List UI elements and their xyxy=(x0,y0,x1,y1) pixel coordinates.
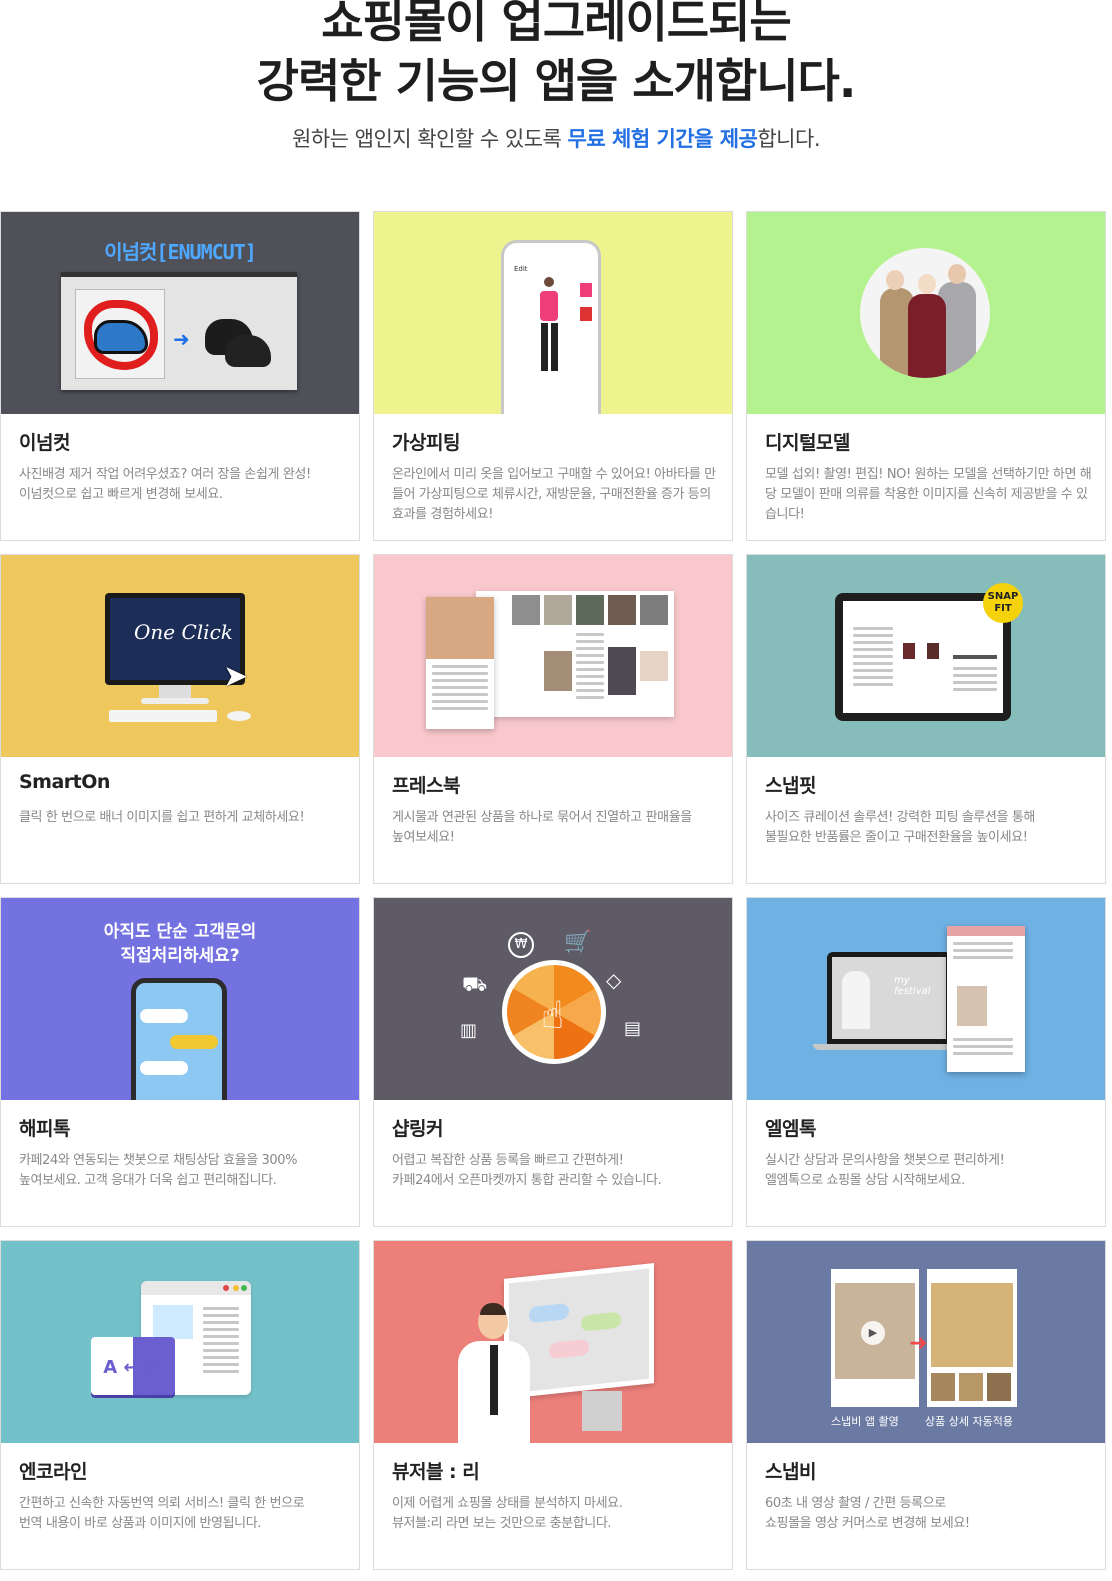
arrow-right-icon: ➜ xyxy=(909,1331,928,1356)
app-description: 게시물과 연관된 상품을 하나로 묶어서 진열하고 판매율을 높여보세요! xyxy=(392,810,692,845)
box-icon: ◇ xyxy=(606,968,622,992)
cursor-icon: ➤ xyxy=(223,659,249,694)
page-title-line2: 강력한 기능의 앱을 소개합니다. xyxy=(256,54,857,108)
clipboard-icon: ▤ xyxy=(624,1018,642,1039)
app-name: 엘엠톡 xyxy=(765,1118,816,1140)
analyst-person-image xyxy=(458,1303,530,1443)
one-click-label: One Click xyxy=(134,620,233,644)
app-description: 사진배경 제거 작업 어려우셨죠? 여러 장을 손쉽게 완성! 이넘컷으로 쉽고… xyxy=(19,467,311,502)
enumcut-logo: 이넘컷[ENUMCUT] xyxy=(104,240,257,264)
app-name: 이넘컷 xyxy=(19,432,70,454)
headline-line1: 아직도 단순 고객문의 xyxy=(103,922,257,942)
app-name: 스냅핏 xyxy=(765,775,816,797)
app-thumbnail: One Click ➤ xyxy=(1,555,359,757)
app-card-smarton[interactable]: One Click ➤ SmartOn 클릭 한 번으로 배너 이미지를 쉽고 … xyxy=(0,554,360,884)
chart-icon: ▥ xyxy=(460,1020,478,1041)
app-thumbnail: SNAP FIT xyxy=(747,555,1105,757)
app-card-snapfit[interactable]: SNAP FIT 스냅핏 사이즈 큐레이션 솔루션! 강력한 피팅 솔루션을 통… xyxy=(746,554,1106,884)
app-description: 60초 내 영상 촬영 / 간편 등록으로 쇼핑몰을 영상 커머스로 변경해 보… xyxy=(765,1496,970,1531)
page-header: 쇼핑몰이 업그레이드되는 강력한 기능의 앱을 소개합니다. 원하는 앱인지 확… xyxy=(0,0,1112,200)
subtitle-text: 원하는 앱인지 확인할 수 있도록 xyxy=(292,127,568,151)
app-card-beusable-re[interactable]: 뷰저블 : 리 이제 어렵게 쇼핑몰 상태를 분석하지 마세요. 뷰저블:리 라… xyxy=(373,1240,733,1570)
app-thumbnail: 이넘컷[ENUMCUT] ➜ xyxy=(1,212,359,414)
app-card-shoplinker[interactable]: ☝ ₩ 🛒 ◇ ⛟ ▥ ▤ 샵링커 어렵고 복잡한 상품 등록을 빠르고 간편하… xyxy=(373,897,733,1227)
app-card-pressbook[interactable]: 프레스북 게시물과 연관된 상품을 하나로 묶어서 진열하고 판매율을 높여보세… xyxy=(373,554,733,884)
magazine-spread-image xyxy=(476,591,674,717)
app-name: SmartOn xyxy=(19,771,110,793)
post-card-image xyxy=(426,597,494,729)
festival-label: my festival xyxy=(894,975,931,997)
app-window-image: ➜ xyxy=(61,272,297,390)
app-card-happytalk[interactable]: 아직도 단순 고객문의 직접처리하세요? 해피톡 카페24와 연동되는 챗봇으로… xyxy=(0,897,360,1227)
app-name: 디지털모델 xyxy=(765,432,850,454)
happytalk-headline: 아직도 단순 고객문의 직접처리하세요? xyxy=(1,920,359,968)
app-description: 실시간 상담과 문의사항을 챗봇으로 편리하게! 엘엠톡으로 쇼핑몰 상담 시작… xyxy=(765,1153,1005,1188)
app-name: 스냅비 xyxy=(765,1461,816,1483)
app-name: 해피톡 xyxy=(19,1118,70,1140)
won-icon: ₩ xyxy=(508,932,534,958)
app-description: 클릭 한 번으로 배너 이미지를 쉽고 편하게 교체하세요! xyxy=(19,810,305,825)
app-thumbnail: ▶ ➜ 스냅비 앱 촬영 상품 상세 자동적용 xyxy=(747,1241,1105,1443)
app-description: 사이즈 큐레이션 솔루션! 강력한 피팅 솔루션을 통해 불필요한 반품률은 줄… xyxy=(765,810,1035,845)
app-name: 뷰저블 : 리 xyxy=(392,1461,480,1483)
app-card-lmtalk[interactable]: my festival 엘엠톡 실시간 상담과 문의사항을 챗봇으로 편리하게!… xyxy=(746,897,1106,1227)
edit-label: Edit xyxy=(514,265,528,273)
page-title-line1: 쇼핑몰이 업그레이드되는 xyxy=(321,0,792,48)
models-photo xyxy=(860,248,990,378)
phone-image: Edit xyxy=(501,240,601,414)
app-card-snapbee[interactable]: ▶ ➜ 스냅비 앱 촬영 상품 상세 자동적용 스냅비 60초 내 영상 촬영 … xyxy=(746,1240,1106,1570)
translate-book-image: A ↔ お xyxy=(91,1337,175,1395)
arrow-right-icon: ➜ xyxy=(173,327,190,351)
app-thumbnail: ☝ ₩ 🛒 ◇ ⛟ ▥ ▤ xyxy=(374,898,732,1100)
pointer-hand-icon: ☝ xyxy=(541,993,565,1037)
app-thumbnail xyxy=(374,1241,732,1443)
app-thumbnail xyxy=(747,212,1105,414)
app-description: 온라인에서 미리 옷을 입어보고 구매할 수 있어요! 아바타를 만들어 가상피… xyxy=(392,467,716,522)
app-description: 어렵고 복잡한 상품 등록을 빠르고 간편하게! 카페24에서 오픈마켓까지 통… xyxy=(392,1153,662,1188)
app-card-encoline[interactable]: A ↔ お 엔코라인 간편하고 신속한 자동번역 의뢰 서비스! 클릭 한 번으… xyxy=(0,1240,360,1570)
truck-icon: ⛟ xyxy=(462,972,488,996)
translate-label: A ↔ お xyxy=(103,1357,163,1378)
mouse-image xyxy=(227,711,251,721)
app-description: 간편하고 신속한 자동번역 의뢰 서비스! 클릭 한 번으로 번역 내용이 바로… xyxy=(19,1496,305,1531)
app-name: 엔코라인 xyxy=(19,1461,87,1483)
app-thumbnail: A ↔ お xyxy=(1,1241,359,1443)
snapfit-logo: SNAP FIT xyxy=(983,583,1023,623)
phone-chat-image xyxy=(131,978,227,1100)
hub-circle-image: ☝ xyxy=(502,960,606,1064)
before-shoe-image xyxy=(75,289,165,379)
auto-apply-caption: 상품 상세 자동적용 xyxy=(925,1415,1013,1428)
laptop-image: my festival xyxy=(827,952,951,1044)
app-thumbnail: Edit xyxy=(374,212,732,414)
app-card-virtual-fitting[interactable]: Edit 가상피팅 온라인에서 미리 옷을 입어보고 구매할 수 있어요! 아바… xyxy=(373,211,733,541)
headline-line2: 직접처리하세요? xyxy=(120,946,240,966)
app-name: 가상피팅 xyxy=(392,432,460,454)
chat-window-image xyxy=(947,926,1025,1072)
app-thumbnail: 아직도 단순 고객문의 직접처리하세요? xyxy=(1,898,359,1100)
app-name: 샵링커 xyxy=(392,1118,443,1140)
app-name: 프레스북 xyxy=(392,775,460,797)
product-detail-screen xyxy=(927,1269,1017,1407)
app-description: 모델 섭외! 촬영! 편집! NO! 원하는 모델을 선택하기만 하면 해당 모… xyxy=(765,467,1092,522)
subtitle-highlight: 무료 체험 기간을 제공 xyxy=(567,127,758,151)
page-subtitle: 원하는 앱인지 확인할 수 있도록 무료 체험 기간을 제공합니다. xyxy=(0,124,1112,154)
app-card-enumcut[interactable]: 이넘컷[ENUMCUT] ➜ 이넘컷 사진배경 제거 작업 어려우셨죠? 여러 … xyxy=(0,211,360,541)
cart-icon: 🛒 xyxy=(564,930,592,955)
app-thumbnail: my festival xyxy=(747,898,1105,1100)
after-shoe-image xyxy=(201,299,273,371)
app-description: 이제 어렵게 쇼핑몰 상태를 분석하지 마세요. 뷰저블:리 라면 보는 것만으… xyxy=(392,1496,623,1531)
keyboard-image xyxy=(109,710,217,722)
app-thumbnail xyxy=(374,555,732,757)
app-card-digital-model[interactable]: 디지털모델 모델 섭외! 촬영! 편집! NO! 원하는 모델을 선택하기만 하… xyxy=(746,211,1106,541)
play-icon: ▶ xyxy=(861,1321,885,1345)
snapbee-app-screen: ▶ xyxy=(831,1269,919,1407)
app-description: 카페24와 연동되는 챗봇으로 채팅상담 효율을 300% 높여보세요. 고객 … xyxy=(19,1153,298,1188)
subtitle-text-end: 합니다. xyxy=(757,127,820,151)
snapbee-app-caption: 스냅비 앱 촬영 xyxy=(831,1415,899,1428)
